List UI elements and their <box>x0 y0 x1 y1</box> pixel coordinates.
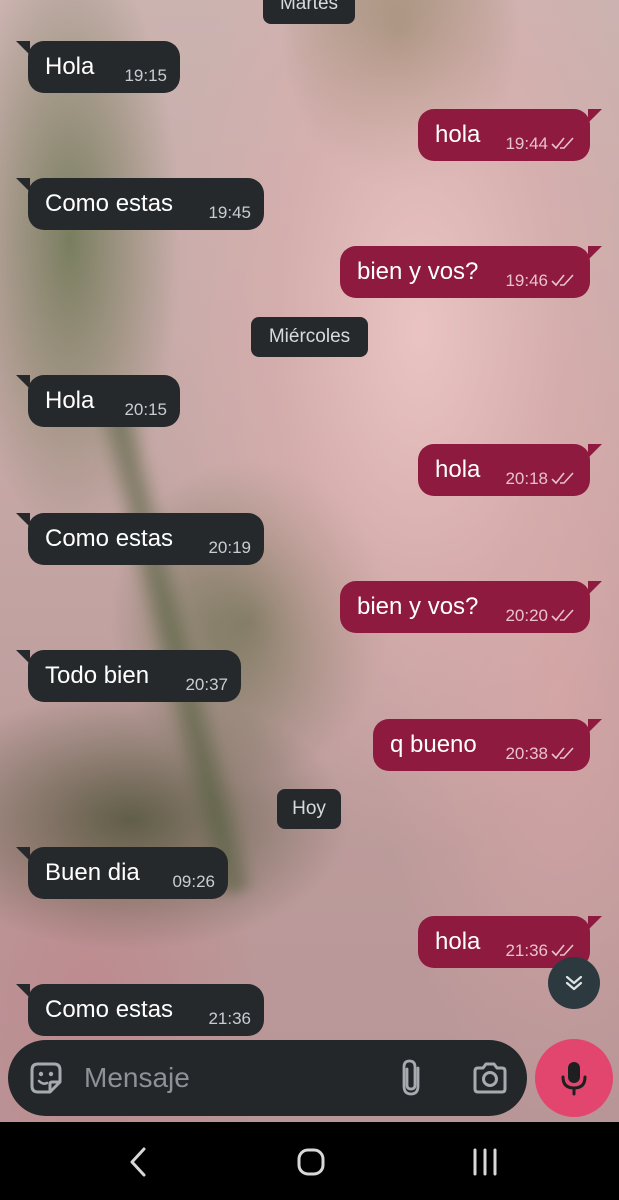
message-time: 20:18 <box>505 469 548 488</box>
day-separator-label: Martes <box>279 0 339 14</box>
recents-icon[interactable] <box>465 1142 505 1182</box>
message-text: Todo bien <box>45 662 150 689</box>
attach-icon[interactable] <box>398 1058 428 1098</box>
message-incoming[interactable]: Como estas 20:19 <box>16 513 264 565</box>
message-incoming[interactable]: Como estas 19:45 <box>16 178 264 230</box>
message-incoming[interactable]: Buen dia 09:26 <box>16 847 228 899</box>
message-time: 19:45 <box>208 203 251 222</box>
message-time: 19:15 <box>124 66 167 85</box>
camera-icon[interactable] <box>471 1060 509 1096</box>
double-chevron-down-icon <box>565 975 583 991</box>
message-text: bien y vos? <box>357 258 479 285</box>
back-icon[interactable] <box>118 1142 158 1182</box>
message-text: Como estas <box>45 525 174 552</box>
day-separator-martes: Martes <box>263 0 355 24</box>
message-text: Como estas <box>45 190 174 217</box>
message-time: 20:38 <box>505 744 548 763</box>
double-check-icon <box>551 137 574 150</box>
double-check-icon <box>551 609 574 622</box>
day-separator-label: Miércoles <box>268 326 351 347</box>
message-composer[interactable]: Mensaje <box>8 1040 527 1116</box>
message-outgoing[interactable]: hola 19:44 <box>418 109 602 161</box>
message-outgoing[interactable]: q bueno 20:38 <box>373 719 602 771</box>
message-time: 20:37 <box>185 675 228 694</box>
voice-record-button[interactable] <box>535 1039 613 1117</box>
message-text: hola <box>435 121 481 148</box>
day-separator-hoy: Hoy <box>277 789 341 829</box>
message-text: bien y vos? <box>357 593 479 620</box>
message-text: Hola <box>45 53 95 80</box>
message-incoming[interactable]: Hola 20:15 <box>16 375 180 427</box>
message-incoming[interactable]: Como estas 21:36 <box>16 984 264 1036</box>
double-check-icon <box>551 274 574 287</box>
message-text: Hola <box>45 387 95 414</box>
double-check-icon <box>551 944 574 957</box>
mic-icon <box>561 1062 587 1096</box>
home-icon[interactable] <box>291 1142 331 1182</box>
message-text: q bueno <box>390 731 477 758</box>
message-text: Buen dia <box>45 859 140 886</box>
message-outgoing[interactable]: hola 20:18 <box>418 444 602 496</box>
message-text: Como estas <box>45 996 174 1023</box>
message-time: 20:19 <box>208 538 251 557</box>
double-check-icon <box>551 747 574 760</box>
message-incoming[interactable]: Todo bien 20:37 <box>16 650 241 702</box>
message-time: 21:36 <box>505 941 548 960</box>
day-separator-miercoles: Miércoles <box>251 317 368 357</box>
message-outgoing[interactable]: bien y vos? 20:20 <box>340 581 602 633</box>
message-text: hola <box>435 928 481 955</box>
message-time: 21:36 <box>208 1009 251 1028</box>
message-time: 20:20 <box>505 606 548 625</box>
message-outgoing[interactable]: bien y vos? 19:46 <box>340 246 602 298</box>
double-check-icon <box>551 472 574 485</box>
system-navigation-bar <box>0 1122 619 1200</box>
message-input[interactable]: Mensaje <box>84 1062 190 1094</box>
message-text: hola <box>435 456 481 483</box>
message-time: 19:46 <box>505 271 548 290</box>
message-time: 09:26 <box>172 872 215 891</box>
message-time: 20:15 <box>124 400 167 419</box>
message-time: 19:44 <box>505 134 548 153</box>
message-incoming[interactable]: Hola 19:15 <box>16 41 180 93</box>
sticker-icon[interactable] <box>28 1060 64 1096</box>
scroll-to-bottom-button[interactable] <box>548 957 600 1009</box>
day-separator-label: Hoy <box>292 798 326 819</box>
wallpaper-stem <box>87 382 259 898</box>
